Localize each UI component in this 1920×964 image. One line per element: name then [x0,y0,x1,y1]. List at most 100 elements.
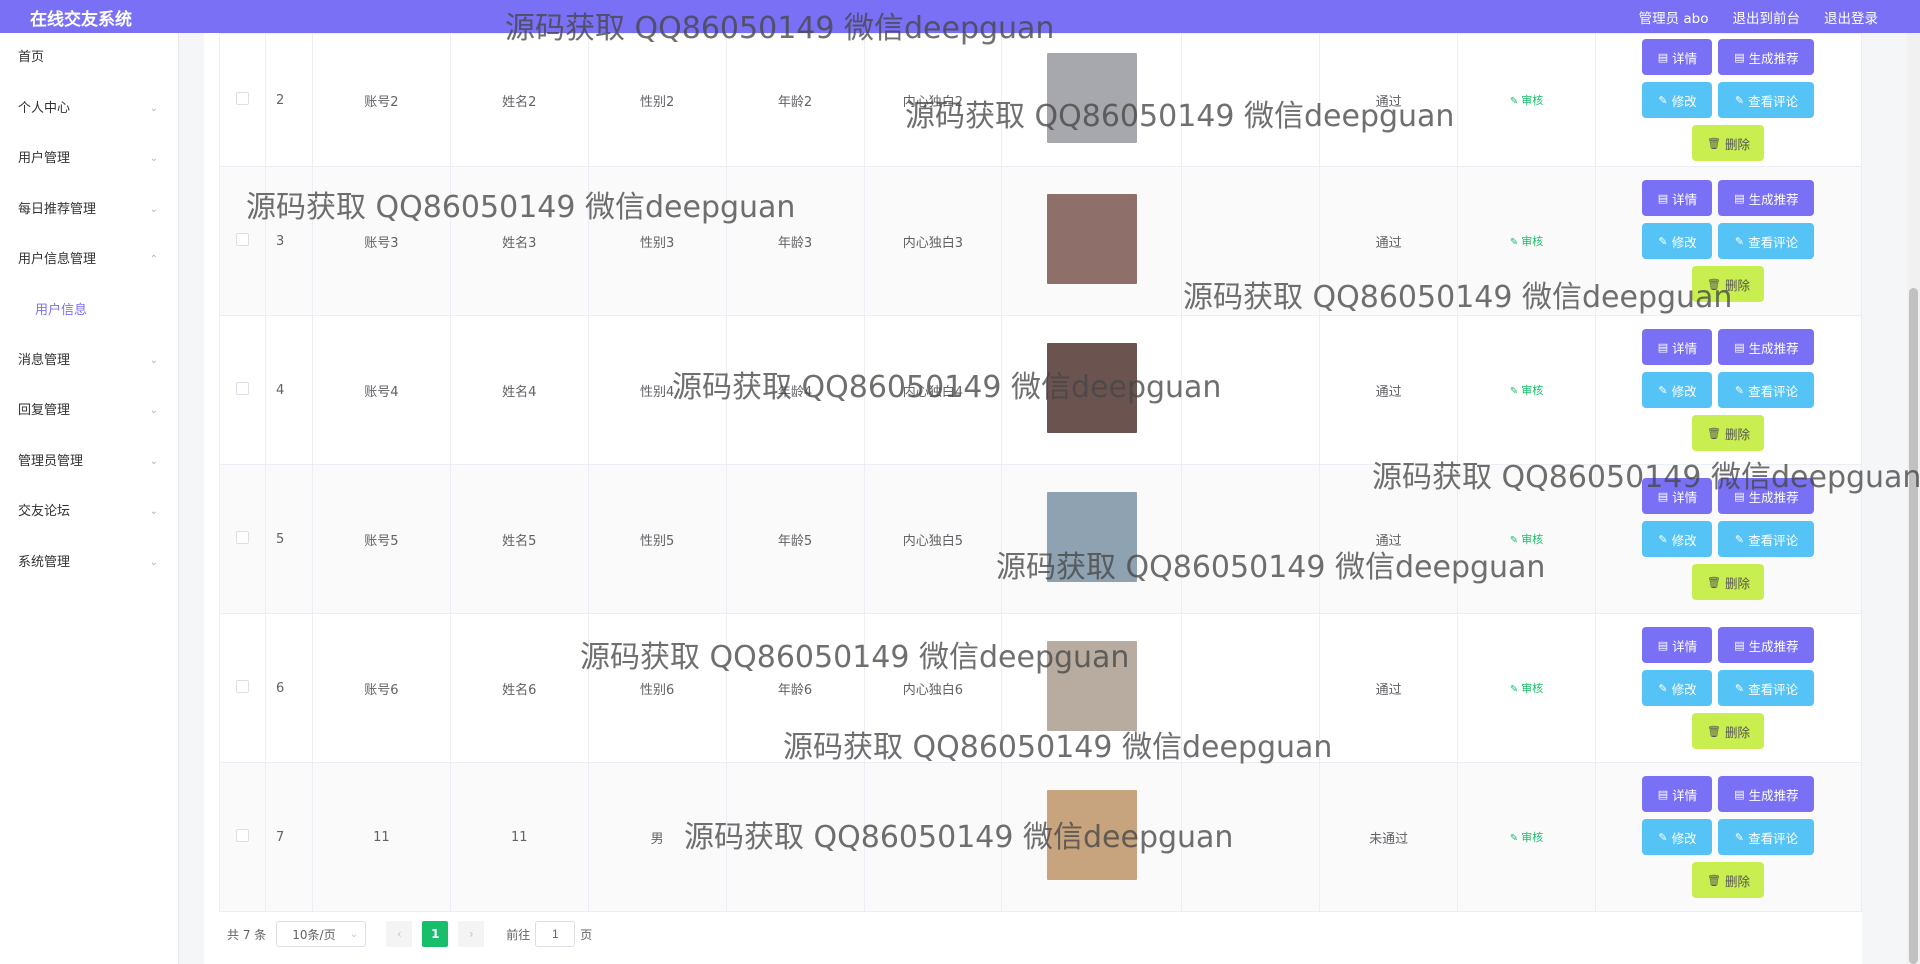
edit-icon: ✎ [1734,681,1745,695]
document-icon: ▤ [1734,489,1745,503]
edit-icon: ✎ [1658,681,1668,695]
document-icon: ▤ [1734,50,1745,64]
cell-photo [1001,762,1183,912]
view-comments-button[interactable]: ✎ 查看评论 [1718,670,1815,706]
view-comments-button[interactable]: ✎ 查看评论 [1718,521,1815,557]
edit-button[interactable]: ✎ 修改 [1642,819,1713,855]
sidebar-item-admins[interactable]: 管理员管理 ⌄ [0,437,178,488]
row-checkbox[interactable] [235,232,249,246]
sidebar-item-messages[interactable]: 消息管理 ⌄ [0,336,178,387]
back-to-front-link[interactable]: 退出到前台 [1733,7,1801,27]
sidebar-item-replies[interactable]: 回复管理 ⌄ [0,386,178,437]
page-number[interactable]: 1 [422,921,449,947]
scrollbar-thumb[interactable] [1909,288,1918,964]
generate-recommend-button[interactable]: ▤ 生成推荐 [1718,627,1815,663]
edit-icon: ✎ [1509,386,1519,397]
row-index: 7 [264,762,313,912]
delete-button[interactable]: 🗑 删除 [1692,713,1765,749]
generate-recommend-button[interactable]: ▤ 生成推荐 [1718,329,1815,365]
sidebar-item-user-management[interactable]: 用户管理 ⌄ [0,134,178,185]
detail-button[interactable]: ▤ 详情 [1642,39,1713,75]
cell-photo [1001,33,1183,167]
cell-actions: ▤ 详情 ▤ 生成推荐 ✎ 修改 ✎ 查看评论 🗑 删除 [1594,464,1863,614]
goto-suffix: 页 [580,927,593,942]
user-photo[interactable] [1046,343,1137,433]
cell-empty [1181,613,1321,763]
page-size-select[interactable]: 10条/页 ⌄ [276,921,367,947]
edit-button[interactable]: ✎ 修改 [1642,521,1713,557]
cell-status: 通过 [1319,33,1459,167]
user-photo[interactable] [1046,53,1137,143]
detail-button[interactable]: ▤ 详情 [1642,478,1713,514]
logout-link[interactable]: 退出登录 [1824,7,1878,27]
row-checkbox-cell [219,464,266,614]
audit-button[interactable]: ✎ 审核 [1510,94,1543,107]
edit-icon: ✎ [1509,535,1519,546]
user-photo[interactable] [1046,641,1137,731]
row-checkbox[interactable] [235,679,249,693]
document-icon: ▤ [1657,191,1669,205]
generate-recommend-button[interactable]: ▤ 生成推荐 [1718,180,1815,216]
sidebar-item-forum[interactable]: 交友论坛 ⌄ [0,487,178,538]
detail-button[interactable]: ▤ 详情 [1642,329,1713,365]
audit-button[interactable]: ✎ 审核 [1510,384,1543,397]
generate-recommend-button[interactable]: ▤ 生成推荐 [1718,776,1815,812]
audit-button[interactable]: ✎ 审核 [1510,235,1543,248]
detail-button[interactable]: ▤ 详情 [1642,180,1713,216]
document-icon: ▤ [1657,787,1669,801]
generate-recommend-button[interactable]: ▤ 生成推荐 [1718,39,1815,75]
goto-page-input[interactable] [535,921,576,947]
delete-button[interactable]: 🗑 删除 [1692,564,1765,600]
edit-button[interactable]: ✎ 修改 [1642,372,1713,408]
sidebar-item-profile[interactable]: 个人中心 ⌄ [0,84,178,135]
edit-button[interactable]: ✎ 修改 [1642,82,1713,118]
detail-button[interactable]: ▤ 详情 [1642,776,1713,812]
cell-name: 姓名6 [449,613,589,763]
audit-button[interactable]: ✎ 审核 [1510,682,1543,695]
delete-button[interactable]: 🗑 删除 [1692,862,1765,898]
cell-name: 11 [449,762,589,912]
view-comments-button[interactable]: ✎ 查看评论 [1718,82,1815,118]
cell-monologue: 内心独白2 [863,33,1003,167]
edit-button[interactable]: ✎ 修改 [1642,223,1713,259]
scrollbar[interactable] [1907,33,1920,964]
cell-actions: ▤ 详情 ▤ 生成推荐 ✎ 修改 ✎ 查看评论 🗑 删除 [1594,762,1863,912]
generate-recommend-button[interactable]: ▤ 生成推荐 [1718,478,1815,514]
delete-button[interactable]: 🗑 删除 [1692,415,1765,451]
view-comments-button[interactable]: ✎ 查看评论 [1718,223,1815,259]
sidebar-item-home[interactable]: 首页 [0,33,178,84]
detail-button[interactable]: ▤ 详情 [1642,627,1713,663]
delete-button[interactable]: 🗑 删除 [1692,125,1765,161]
cell-gender: 性别4 [587,315,727,465]
edit-button[interactable]: ✎ 修改 [1642,670,1713,706]
sidebar-subitem-user-info[interactable]: 用户信息 [0,286,178,336]
user-photo[interactable] [1046,492,1137,582]
user-photo[interactable] [1046,194,1137,284]
delete-button[interactable]: 🗑 删除 [1692,266,1765,302]
document-icon: ▤ [1734,340,1745,354]
view-comments-button[interactable]: ✎ 查看评论 [1718,372,1815,408]
user-info-table: 2 账号2 姓名2 性别2 年龄2 内心独白2 通过 ✎ 审核 ▤ 详情 ▤ 生成推荐 ✎ 修改 ✎ 查看评论 🗑… [219,33,1863,912]
row-checkbox[interactable] [235,381,249,395]
cell-monologue: 内心独白3 [863,166,1003,316]
sidebar: 首页 个人中心 ⌄ 用户管理 ⌄ 每日推荐管理 ⌄ 用户信息管理 ⌃ 用户信息 消息管理… [0,33,179,964]
cell-status: 通过 [1319,464,1459,614]
sidebar-item-system[interactable]: 系统管理 ⌄ [0,538,178,589]
cell-empty [1181,762,1321,912]
cell-status: 通过 [1319,166,1459,316]
prev-page-button[interactable]: ‹ [386,921,413,947]
main-content: 2 账号2 姓名2 性别2 年龄2 内心独白2 通过 ✎ 审核 ▤ 详情 ▤ 生成推荐 ✎ 修改 ✎ 查看评论 🗑… [179,33,1907,964]
cell-empty [1181,166,1321,316]
sidebar-item-daily-recommend[interactable]: 每日推荐管理 ⌄ [0,185,178,236]
row-checkbox[interactable] [235,828,249,842]
audit-button[interactable]: ✎ 审核 [1510,831,1543,844]
user-photo[interactable] [1046,790,1137,880]
sidebar-item-user-info-management[interactable]: 用户信息管理 ⌃ [0,235,178,286]
trash-icon: 🗑 [1706,724,1721,738]
row-checkbox[interactable] [235,91,249,105]
next-page-button[interactable]: › [458,921,485,947]
edit-icon: ✎ [1509,96,1519,107]
audit-button[interactable]: ✎ 审核 [1510,533,1543,546]
row-checkbox[interactable] [235,530,249,544]
view-comments-button[interactable]: ✎ 查看评论 [1718,819,1815,855]
